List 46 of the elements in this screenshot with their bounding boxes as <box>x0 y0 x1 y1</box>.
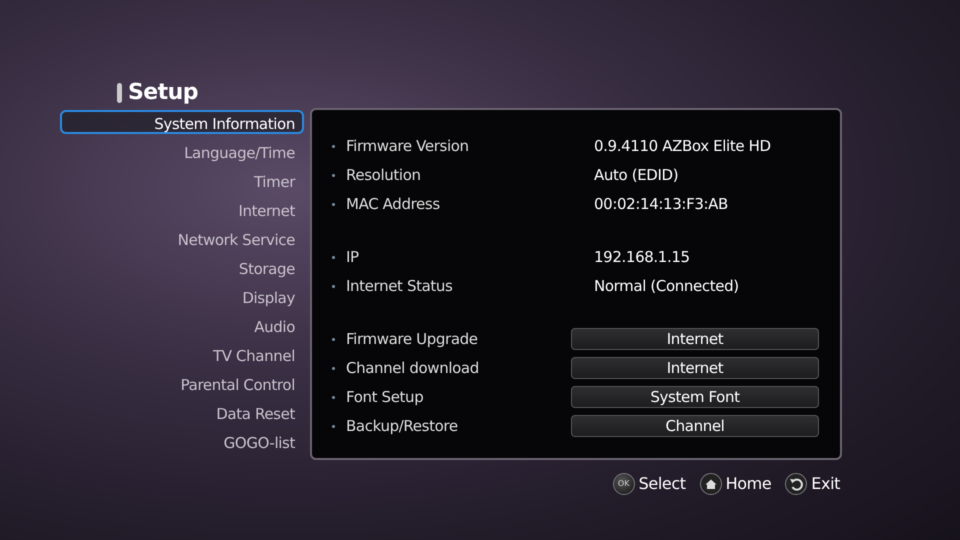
menu-item[interactable]: Timer <box>60 168 304 192</box>
setting-label: Backup/Restore <box>346 416 459 437</box>
hint-label: Select <box>638 473 686 495</box>
setting-label: MAC Address <box>346 194 441 215</box>
hint-label: Home <box>726 473 772 495</box>
bullet-icon <box>332 424 335 428</box>
bullet-icon <box>332 338 335 340</box>
setting-label: Firmware Upgrade <box>346 328 479 350</box>
menu-item[interactable]: Internet <box>60 197 304 221</box>
option-button[interactable]: Internet <box>571 328 819 350</box>
option-button[interactable]: Channel <box>571 415 819 437</box>
bullet-icon <box>332 396 335 398</box>
menu-item[interactable]: Storage <box>60 255 304 279</box>
menu-item[interactable]: Network Service <box>60 226 304 250</box>
menu-item[interactable]: System Information <box>60 110 304 134</box>
menu-item[interactable]: Data Reset <box>60 400 304 424</box>
menu-item[interactable]: GOGO-list <box>60 429 304 453</box>
setting-value: 00:02:14:13:F3:AB <box>594 194 728 215</box>
hint-label: Exit <box>811 473 840 495</box>
bullet-icon <box>332 202 335 206</box>
bullet-icon <box>332 144 335 148</box>
setting-label: Resolution <box>346 164 422 186</box>
menu-item[interactable]: Audio <box>60 313 304 337</box>
setting-value: 0.9.4110 AZBox Elite HD <box>594 136 771 157</box>
home-icon <box>700 473 722 495</box>
setting-value: Normal (Connected) <box>594 276 739 297</box>
setting-value: Auto (EDID) <box>594 164 678 186</box>
setting-label: Firmware Version <box>346 136 470 157</box>
bullet-icon <box>332 256 335 258</box>
menu-item[interactable]: Language/Time <box>60 139 304 163</box>
bullet-icon <box>332 174 335 176</box>
bullet-icon <box>332 284 335 288</box>
ok-key-icon: OK <box>612 473 635 495</box>
title-bar-icon <box>117 83 122 103</box>
setting-label: Channel download <box>346 358 480 379</box>
setting-value: 192.168.1.15 <box>594 246 690 268</box>
bullet-icon <box>332 366 335 370</box>
setting-label: IP <box>346 246 360 268</box>
page-title: Setup <box>128 82 198 104</box>
option-button[interactable]: Internet <box>571 357 819 379</box>
menu-item[interactable]: Display <box>60 284 304 308</box>
menu-item[interactable]: TV Channel <box>60 342 304 366</box>
setting-label: Font Setup <box>346 386 424 408</box>
option-button[interactable]: System Font <box>571 386 819 408</box>
menu-item[interactable]: Parental Control <box>60 371 304 395</box>
setting-label: Internet Status <box>346 276 454 297</box>
